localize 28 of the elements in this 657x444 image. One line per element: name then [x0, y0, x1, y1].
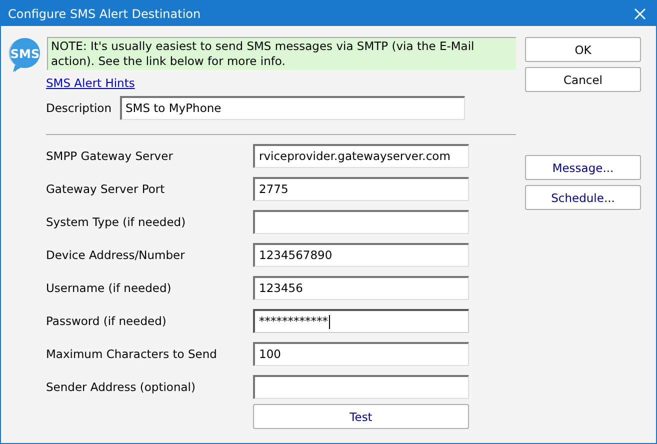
- field-label: Password (if needed): [46, 314, 168, 328]
- schedule-button[interactable]: Schedule...: [525, 185, 641, 210]
- window-title: Configure SMS Alert Destination: [8, 6, 201, 20]
- note-text: NOTE: It's usually easiest to send SMS messages via SMTP (via the E-Mail action). See the link below for more info.: [47, 37, 516, 70]
- field-label: Sender Address (optional): [46, 380, 196, 394]
- input-field[interactable]: [253, 375, 469, 399]
- cancel-button[interactable]: Cancel: [525, 67, 641, 92]
- input-field[interactable]: 123456: [253, 276, 469, 300]
- hints-link[interactable]: SMS Alert Hints: [46, 76, 135, 90]
- field-label: Description: [46, 101, 112, 115]
- input-field[interactable]: 2775: [253, 177, 469, 201]
- field-label: SMPP Gateway Server: [46, 149, 174, 163]
- field-label: System Type (if needed): [46, 215, 187, 229]
- input-field[interactable]: [253, 210, 469, 234]
- message-button[interactable]: Message...: [525, 155, 641, 180]
- input-field[interactable]: 1234567890: [253, 243, 469, 267]
- input-field[interactable]: rviceprovider.gatewayserver.com: [253, 144, 469, 168]
- ok-button[interactable]: OK: [525, 37, 641, 62]
- field-label: Device Address/Number: [46, 248, 186, 262]
- test-button[interactable]: Test: [253, 404, 469, 429]
- field-label: Gateway Server Port: [46, 182, 166, 196]
- field-label: Maximum Characters to Send: [46, 347, 218, 361]
- input-field[interactable]: ************: [253, 309, 469, 333]
- input-field[interactable]: 100: [253, 342, 469, 366]
- close-icon[interactable]: [634, 8, 646, 20]
- text-caret: [329, 314, 330, 328]
- description-field[interactable]: SMS to MyPhone: [120, 96, 464, 120]
- field-label: Username (if needed): [46, 281, 172, 295]
